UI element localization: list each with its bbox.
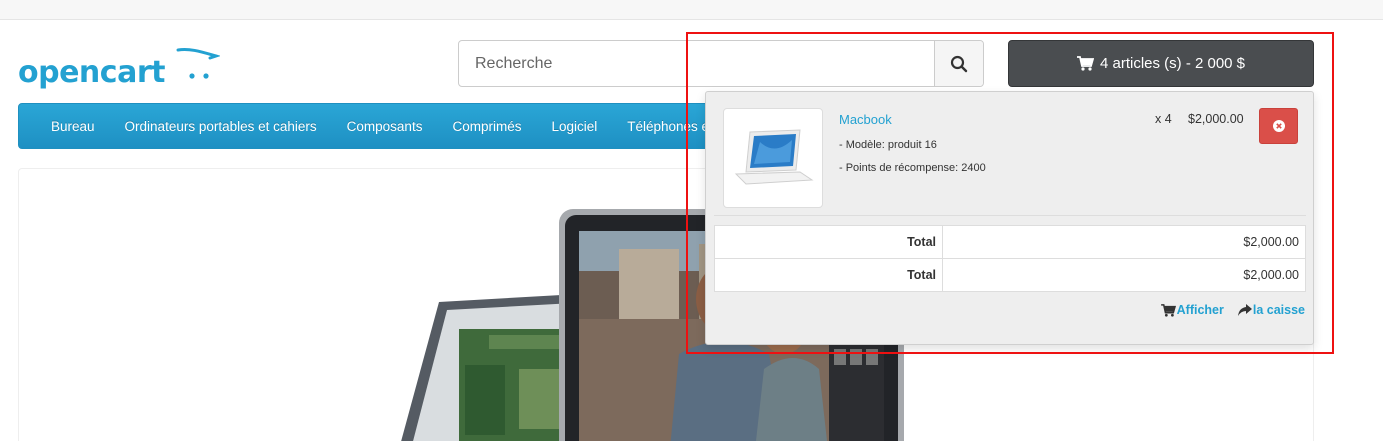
- search-input[interactable]: [459, 41, 934, 86]
- total-value: $2,000.00: [942, 258, 1306, 292]
- view-cart-label: Afficher: [1176, 303, 1224, 317]
- menu-item-laptops[interactable]: Ordinateurs portables et cahiers: [110, 119, 332, 134]
- product-price: $2,000.00: [1188, 112, 1244, 126]
- product-name-link[interactable]: Macbook: [839, 112, 892, 127]
- checkout-label: la caisse: [1252, 303, 1305, 317]
- cart-button-label: 4 articles (s) - 2 000 $: [1099, 55, 1246, 72]
- totals-table: Total $2,000.00 Total $2,000.00: [714, 225, 1306, 292]
- divider: [714, 215, 1306, 216]
- total-label: Total: [714, 225, 943, 259]
- menu-item-bureau[interactable]: Bureau: [36, 119, 110, 134]
- product-option-model: - Modèle: produit 16: [839, 139, 937, 151]
- search-button[interactable]: [934, 41, 983, 86]
- cart-icon: [1076, 56, 1094, 71]
- top-bar: [0, 0, 1383, 20]
- product-quantity: x 4: [1155, 112, 1172, 126]
- search-bar: [458, 40, 984, 87]
- product-thumbnail[interactable]: [723, 108, 823, 208]
- remove-item-button[interactable]: [1259, 108, 1298, 144]
- view-cart-link[interactable]: Afficher: [1160, 303, 1224, 317]
- cart-dropdown: Macbook - Modèle: produit 16 - Points de…: [705, 91, 1314, 345]
- checkout-link[interactable]: la caisse: [1237, 303, 1305, 317]
- macbook-image: [734, 129, 814, 185]
- table-row: Total $2,000.00: [714, 225, 1306, 259]
- cart-links: Afficher la caisse: [1160, 303, 1305, 317]
- logo[interactable]: opencart: [18, 44, 220, 90]
- cart-button[interactable]: 4 articles (s) - 2 000 $: [1008, 40, 1314, 87]
- main-menu: Bureau Ordinateurs portables et cahiers …: [18, 103, 728, 149]
- remove-icon: [1272, 120, 1285, 132]
- menu-item-tablets[interactable]: Comprimés: [437, 119, 536, 134]
- table-row: Total $2,000.00: [714, 258, 1306, 292]
- product-option-reward-points: - Points de récompense: 2400: [839, 162, 986, 174]
- share-icon: [1237, 304, 1252, 316]
- menu-item-components[interactable]: Composants: [332, 119, 438, 134]
- logo-text: opencart: [18, 55, 165, 90]
- cart-icon: [1160, 303, 1176, 317]
- menu-item-software[interactable]: Logiciel: [536, 119, 612, 134]
- total-value: $2,000.00: [942, 225, 1306, 259]
- search-icon: [950, 55, 968, 72]
- logo-cart-icon: [176, 48, 220, 79]
- total-label: Total: [714, 258, 943, 292]
